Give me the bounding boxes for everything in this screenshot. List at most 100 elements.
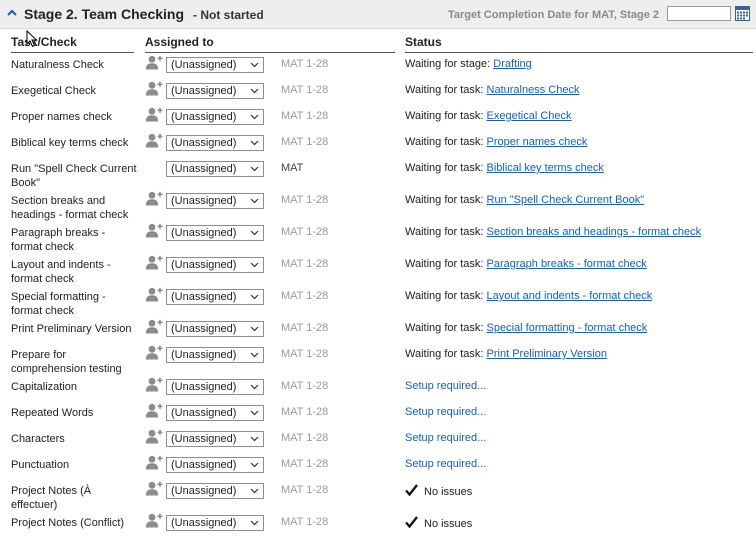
add-user-icon[interactable] — [145, 455, 163, 470]
calendar-icon[interactable] — [735, 6, 750, 21]
setup-required-link[interactable]: Setup required... — [405, 380, 486, 392]
add-user-icon[interactable] — [145, 55, 163, 70]
task-status: Waiting for task: Exegetical Check — [405, 110, 572, 122]
assignee-select[interactable]: (Unassigned) — [166, 483, 264, 499]
assignee-select[interactable]: (Unassigned) — [166, 83, 264, 99]
status-dependency-link[interactable]: Biblical key terms check — [487, 162, 604, 174]
assignee-select[interactable]: (Unassigned) — [166, 57, 264, 73]
add-user-icon[interactable] — [145, 223, 163, 238]
status-no-issues: No issues — [424, 486, 473, 498]
task-status: Waiting for task: Section breaks and hea… — [405, 226, 701, 238]
assignee-select[interactable]: (Unassigned) — [166, 257, 264, 273]
status-dependency-link[interactable]: Exegetical Check — [487, 110, 572, 122]
add-user-icon[interactable] — [145, 191, 163, 206]
status-dependency-link[interactable]: Naturalness Check — [487, 84, 580, 96]
task-name: Run "Spell Check Current Book" — [11, 163, 137, 189]
task-status: Waiting for task: Print Preliminary Vers… — [405, 348, 607, 360]
add-user-icon[interactable] — [145, 513, 163, 528]
status-prefix: Waiting for task: — [405, 84, 487, 96]
task-status: Waiting for task: Special formatting - f… — [405, 322, 647, 334]
assignee-select[interactable]: (Unassigned) — [166, 515, 264, 531]
chevron-up-icon[interactable] — [5, 7, 19, 19]
add-user-icon[interactable] — [145, 345, 163, 360]
setup-required-link[interactable]: Setup required... — [405, 406, 486, 418]
task-name: Exegetical Check — [11, 85, 96, 97]
assignee-value: (Unassigned) — [171, 227, 237, 239]
assignee-value: (Unassigned) — [171, 111, 237, 123]
task-name: Layout and indents - format check — [11, 259, 111, 285]
assignee-select[interactable]: (Unassigned) — [166, 431, 264, 447]
chevron-down-icon — [250, 462, 259, 468]
chapter-range: MAT 1-28 — [281, 226, 329, 238]
status-dependency-link[interactable]: Section breaks and headings - format che… — [487, 226, 702, 238]
assignee-value: (Unassigned) — [171, 407, 237, 419]
chapter-range: MAT 1-28 — [281, 484, 329, 496]
assignee-select[interactable]: (Unassigned) — [166, 457, 264, 473]
assignee-select[interactable]: (Unassigned) — [166, 379, 264, 395]
chapter-range: MAT 1-28 — [281, 322, 329, 334]
stage-header: Stage 2. Team Checking - Not started Tar… — [0, 0, 756, 29]
assignee-select[interactable]: (Unassigned) — [166, 225, 264, 241]
assignee-select[interactable]: (Unassigned) — [166, 161, 264, 177]
chapter-range: MAT 1-28 — [281, 110, 329, 122]
chevron-down-icon — [250, 62, 259, 68]
status-prefix: Waiting for task: — [405, 226, 487, 238]
add-user-icon[interactable] — [145, 255, 163, 270]
chapter-range: MAT 1-28 — [281, 458, 329, 470]
stage-title[interactable]: Stage 2. Team Checking — [24, 6, 184, 22]
assignee-select[interactable]: (Unassigned) — [166, 347, 264, 363]
chevron-down-icon — [250, 326, 259, 332]
task-status: Waiting for task: Layout and indents - f… — [405, 290, 652, 302]
chapter-range: MAT 1-28 — [281, 290, 329, 302]
chevron-down-icon — [250, 198, 259, 204]
chevron-down-icon — [250, 488, 259, 494]
status-dependency-link[interactable]: Proper names check — [487, 136, 588, 148]
chevron-down-icon — [250, 520, 259, 526]
chapter-range: MAT 1-28 — [281, 194, 329, 206]
add-user-icon[interactable] — [145, 429, 163, 444]
target-date-input[interactable] — [667, 6, 731, 21]
task-name: Biblical key terms check — [11, 137, 129, 149]
task-name: Prepare for comprehension testing — [11, 349, 122, 375]
assignee-select[interactable]: (Unassigned) — [166, 109, 264, 125]
column-header-assigned: Assigned to — [145, 35, 395, 53]
assignee-select[interactable]: (Unassigned) — [166, 289, 264, 305]
task-status: Waiting for task: Proper names check — [405, 136, 587, 148]
status-prefix: Waiting for task: — [405, 194, 487, 206]
chevron-down-icon — [250, 352, 259, 358]
assignee-select[interactable]: (Unassigned) — [166, 321, 264, 337]
chapter-range: MAT 1-28 — [281, 84, 329, 96]
status-prefix: Waiting for task: — [405, 258, 487, 270]
status-dependency-link[interactable]: Layout and indents - format check — [487, 290, 653, 302]
add-user-icon[interactable] — [145, 287, 163, 302]
task-status: Waiting for task: Run "Spell Check Curre… — [405, 194, 644, 206]
add-user-icon[interactable] — [145, 81, 163, 96]
task-status: No issues — [405, 484, 472, 498]
status-dependency-link[interactable]: Drafting — [493, 58, 532, 70]
status-dependency-link[interactable]: Paragraph breaks - format check — [487, 258, 647, 270]
status-dependency-link[interactable]: Print Preliminary Version — [487, 348, 607, 360]
assignee-select[interactable]: (Unassigned) — [166, 405, 264, 421]
add-user-icon[interactable] — [145, 319, 163, 334]
chevron-down-icon — [250, 140, 259, 146]
add-user-icon[interactable] — [145, 481, 163, 496]
add-user-icon[interactable] — [145, 133, 163, 148]
setup-required-link[interactable]: Setup required... — [405, 458, 486, 470]
chevron-down-icon — [250, 410, 259, 416]
checkmark-icon — [405, 484, 418, 496]
add-user-icon[interactable] — [145, 107, 163, 122]
add-user-icon[interactable] — [145, 403, 163, 418]
status-dependency-link[interactable]: Special formatting - format check — [487, 322, 648, 334]
setup-required-link[interactable]: Setup required... — [405, 432, 486, 444]
add-user-icon[interactable] — [145, 377, 163, 392]
stage-status: - Not started — [193, 8, 264, 22]
assignee-value: (Unassigned) — [171, 85, 237, 97]
status-dependency-link[interactable]: Run "Spell Check Current Book" — [487, 194, 645, 206]
assignee-select[interactable]: (Unassigned) — [166, 193, 264, 209]
assignee-select[interactable]: (Unassigned) — [166, 135, 264, 151]
chevron-down-icon — [250, 230, 259, 236]
task-status: No issues — [405, 516, 472, 530]
chapter-range: MAT 1-28 — [281, 380, 329, 392]
task-name: Punctuation — [11, 459, 70, 471]
task-status: Waiting for stage: Drafting — [405, 58, 532, 70]
